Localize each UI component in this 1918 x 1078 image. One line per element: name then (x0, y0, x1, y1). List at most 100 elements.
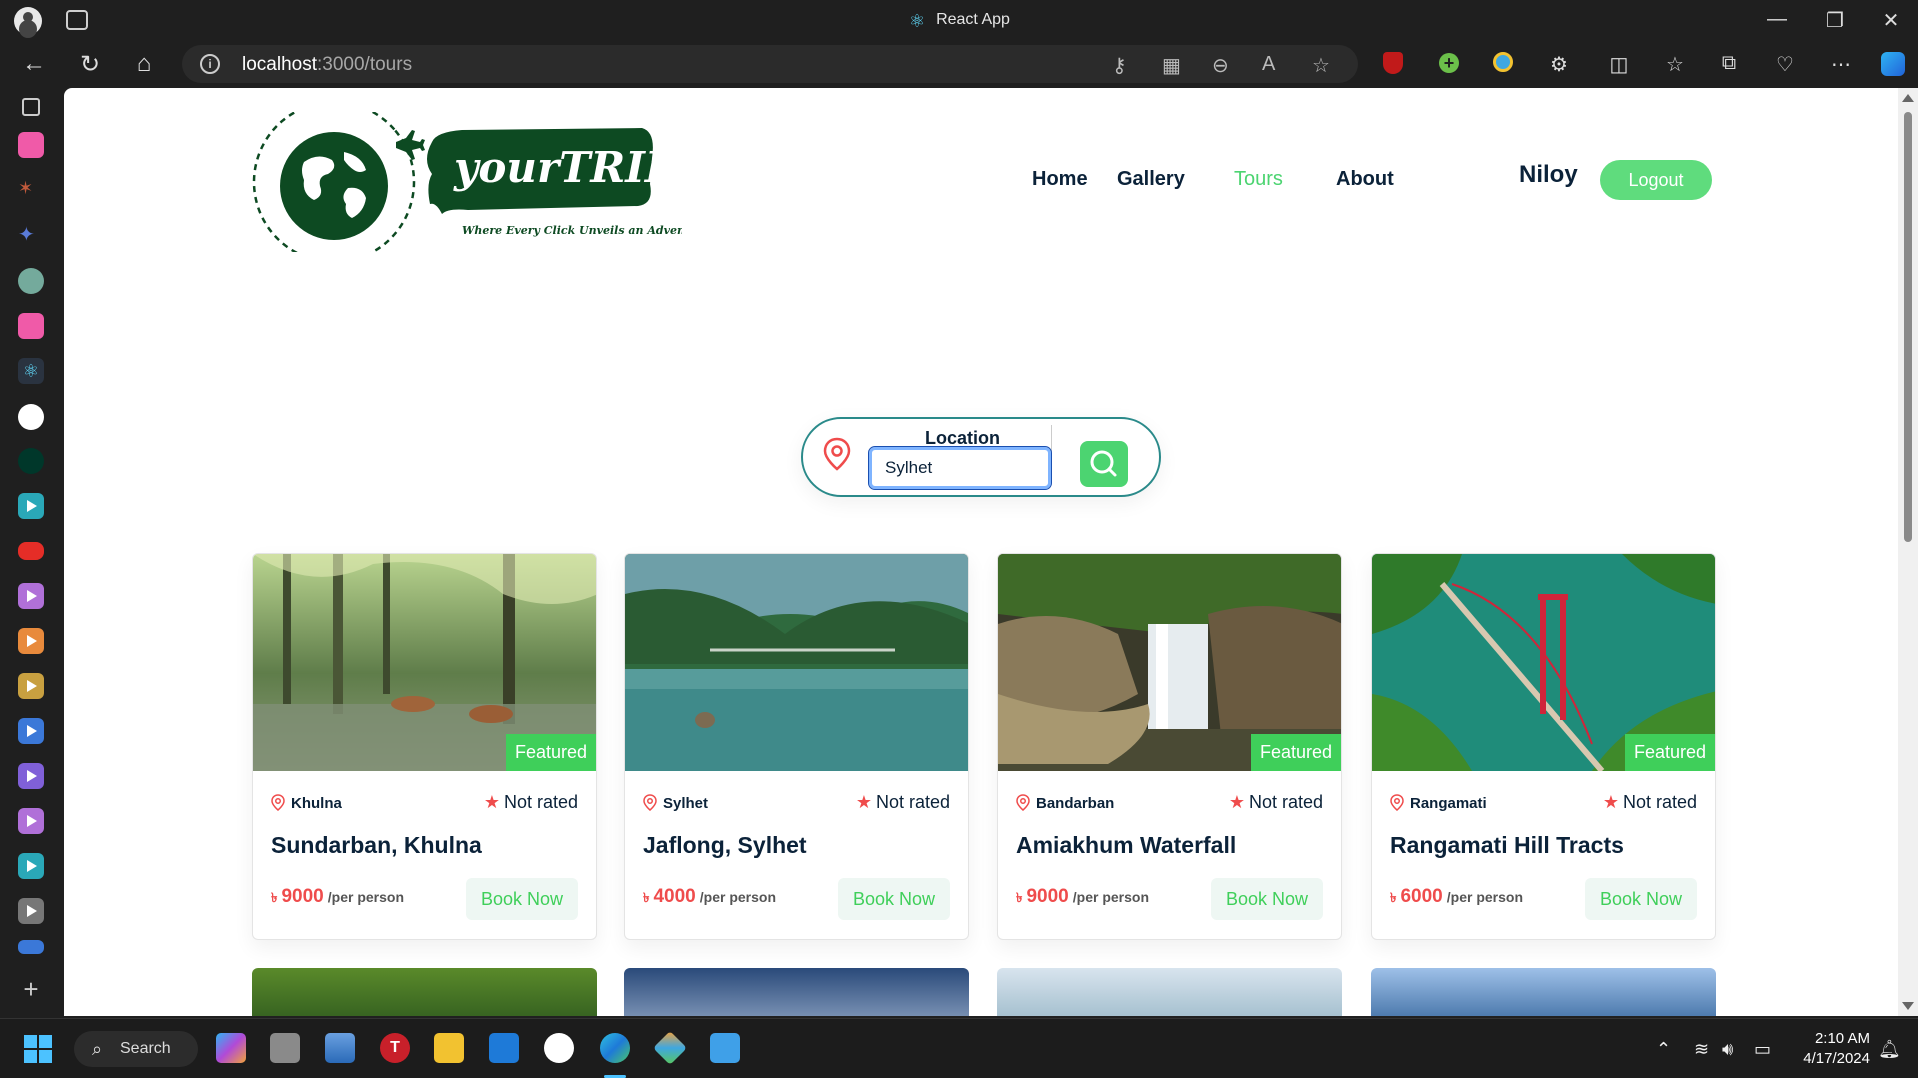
tour-title[interactable]: Sundarban, Khulna (271, 832, 482, 859)
taskbar-search[interactable]: ⌕ Search (74, 1031, 198, 1067)
book-now-button[interactable]: Book Now (838, 878, 950, 920)
sidebar-video-purple-2-icon[interactable] (18, 808, 44, 834)
tour-image[interactable] (625, 554, 969, 771)
book-now-button[interactable]: Book Now (1585, 878, 1697, 920)
address-bar[interactable]: i localhost:3000/tours ⚷ ▦ ⊖ A ☆ (182, 45, 1358, 83)
sidebar-video-teal-icon[interactable] (18, 493, 44, 519)
close-icon[interactable]: ✕ (1866, 8, 1916, 33)
volume-icon[interactable]: 🔊︎ (1722, 1039, 1733, 1060)
tour-card-partial[interactable] (624, 968, 969, 1016)
book-now-button[interactable]: Book Now (466, 878, 578, 920)
tour-price: ৳ 4000/per person (643, 886, 776, 910)
taskbar-clock[interactable]: 2:10 AM 4/17/2024 (1790, 1029, 1870, 1069)
extension-plus-icon[interactable]: + (1434, 52, 1464, 75)
tour-price-value: 4000 (653, 886, 696, 907)
tour-city: Rangamati (1390, 794, 1487, 812)
tray-chevron-icon[interactable]: ⌃ (1656, 1039, 1671, 1060)
tour-title[interactable]: Amiakhum Waterfall (1016, 832, 1236, 859)
page-scrollbar[interactable] (1898, 88, 1918, 1016)
color-extension-icon[interactable] (1488, 52, 1518, 78)
copilot-taskbar-icon[interactable] (216, 1033, 246, 1063)
copilot-icon[interactable] (1878, 52, 1908, 82)
favorites-list-icon[interactable]: ☆ (1660, 52, 1690, 77)
edge-icon[interactable] (600, 1033, 630, 1063)
file-explorer-icon[interactable] (434, 1033, 464, 1063)
refresh-icon[interactable]: ↻ (72, 50, 108, 79)
extensions-puzzle-icon[interactable]: ⚙ (1544, 52, 1574, 77)
nav-gallery[interactable]: Gallery (1117, 168, 1185, 191)
vscode-icon[interactable] (489, 1033, 519, 1063)
per-person-label: /per person (1446, 889, 1524, 905)
read-aloud-icon[interactable]: A (1262, 53, 1275, 76)
nav-tours[interactable]: Tours (1234, 168, 1283, 191)
sidebar-video-orange-icon[interactable] (18, 628, 44, 654)
app-grid-icon[interactable]: ▦ (1162, 53, 1181, 78)
star-icon: ★ (483, 792, 500, 812)
search-icon (1090, 450, 1117, 477)
split-screen-icon[interactable]: ◫ (1604, 52, 1634, 77)
tour-price-value: 9000 (1026, 886, 1069, 907)
sidebar-app-ext-icon[interactable]: ✶ (18, 178, 44, 204)
photos-icon[interactable] (325, 1033, 355, 1063)
back-icon[interactable]: ← (16, 50, 52, 78)
mongodb-icon[interactable] (18, 448, 44, 474)
home-icon[interactable]: ⌂ (126, 50, 162, 78)
per-person-label: /per person (327, 889, 405, 905)
favorite-star-icon[interactable]: ☆ (1312, 53, 1330, 78)
tour-card-partial[interactable] (1371, 968, 1716, 1016)
wifi-icon[interactable]: ≋ (1694, 1039, 1709, 1060)
ublock-icon[interactable] (1378, 52, 1408, 80)
nav-home[interactable]: Home (1032, 168, 1088, 191)
sidebar-video-gold-icon[interactable] (18, 673, 44, 699)
key-icon[interactable]: ⚷ (1112, 53, 1127, 78)
task-view-icon[interactable] (270, 1033, 300, 1063)
app-store-icon[interactable] (544, 1033, 574, 1063)
todoist-icon[interactable]: T (380, 1033, 410, 1063)
tab-actions-icon[interactable] (22, 98, 40, 116)
tour-card-partial[interactable] (997, 968, 1342, 1016)
tour-card-partial[interactable] (252, 968, 597, 1016)
notifications-icon[interactable]: 🔔︎ (1878, 1039, 1901, 1060)
site-info-icon[interactable]: i (200, 54, 220, 74)
youtube-icon[interactable] (18, 542, 44, 560)
sidebar-video-blue-icon[interactable] (18, 718, 44, 744)
more-menu-icon[interactable]: ⋯ (1826, 52, 1856, 77)
tour-title[interactable]: Jaflong, Sylhet (643, 832, 807, 859)
battery-icon[interactable]: ▭ (1754, 1039, 1771, 1060)
sidebar-video-purple-icon[interactable] (18, 583, 44, 609)
browser-sidebar: ✶ ✦ ⚛ + (0, 88, 64, 1018)
notepad-icon[interactable] (710, 1033, 740, 1063)
windows-start-icon[interactable] (24, 1035, 52, 1063)
logout-button[interactable]: Logout (1600, 160, 1712, 200)
collections-icon[interactable]: ⧉ (1714, 52, 1744, 75)
site-logo[interactable]: yourTRIP Where Every Click Unveils an Ad… (252, 100, 711, 264)
sidebar-app-pink-icon[interactable] (18, 132, 44, 158)
sidebar-video-blue-2-icon[interactable] (18, 940, 44, 954)
git-kraken-icon[interactable] (653, 1031, 687, 1065)
tour-title[interactable]: Rangamati Hill Tracts (1390, 832, 1624, 859)
scroll-down-icon[interactable] (1902, 1002, 1914, 1010)
sidebar-video-teal-2-icon[interactable] (18, 853, 44, 879)
tour-rating: ★ Not rated (484, 792, 578, 813)
scrollbar-thumb[interactable] (1904, 112, 1912, 542)
tab-title-text: React App (936, 11, 1010, 28)
zoom-out-icon[interactable]: ⊖ (1212, 53, 1229, 78)
chatgpt-icon[interactable] (18, 268, 44, 294)
minimize-icon[interactable]: — (1752, 8, 1802, 31)
search-button[interactable] (1080, 441, 1128, 487)
github-icon[interactable] (18, 404, 44, 430)
book-now-button[interactable]: Book Now (1211, 878, 1323, 920)
add-sidebar-app-icon[interactable]: + (18, 976, 44, 1002)
url-text[interactable]: localhost:3000/tours (242, 54, 412, 76)
sidebar-sparkle-icon[interactable]: ✦ (18, 222, 44, 248)
browser-essentials-icon[interactable]: ♡ (1770, 52, 1800, 77)
scroll-up-icon[interactable] (1902, 94, 1914, 102)
sidebar-app-pink-2-icon[interactable] (18, 313, 44, 339)
location-input[interactable] (868, 446, 1052, 490)
restore-icon[interactable]: ❐ (1810, 8, 1860, 33)
react-devtools-icon[interactable]: ⚛ (18, 358, 44, 384)
nav-about[interactable]: About (1336, 168, 1394, 191)
sidebar-video-gray-icon[interactable] (18, 898, 44, 924)
brand-tagline: Where Every Click Unveils an Adventure (462, 224, 682, 237)
sidebar-video-violet-icon[interactable] (18, 763, 44, 789)
